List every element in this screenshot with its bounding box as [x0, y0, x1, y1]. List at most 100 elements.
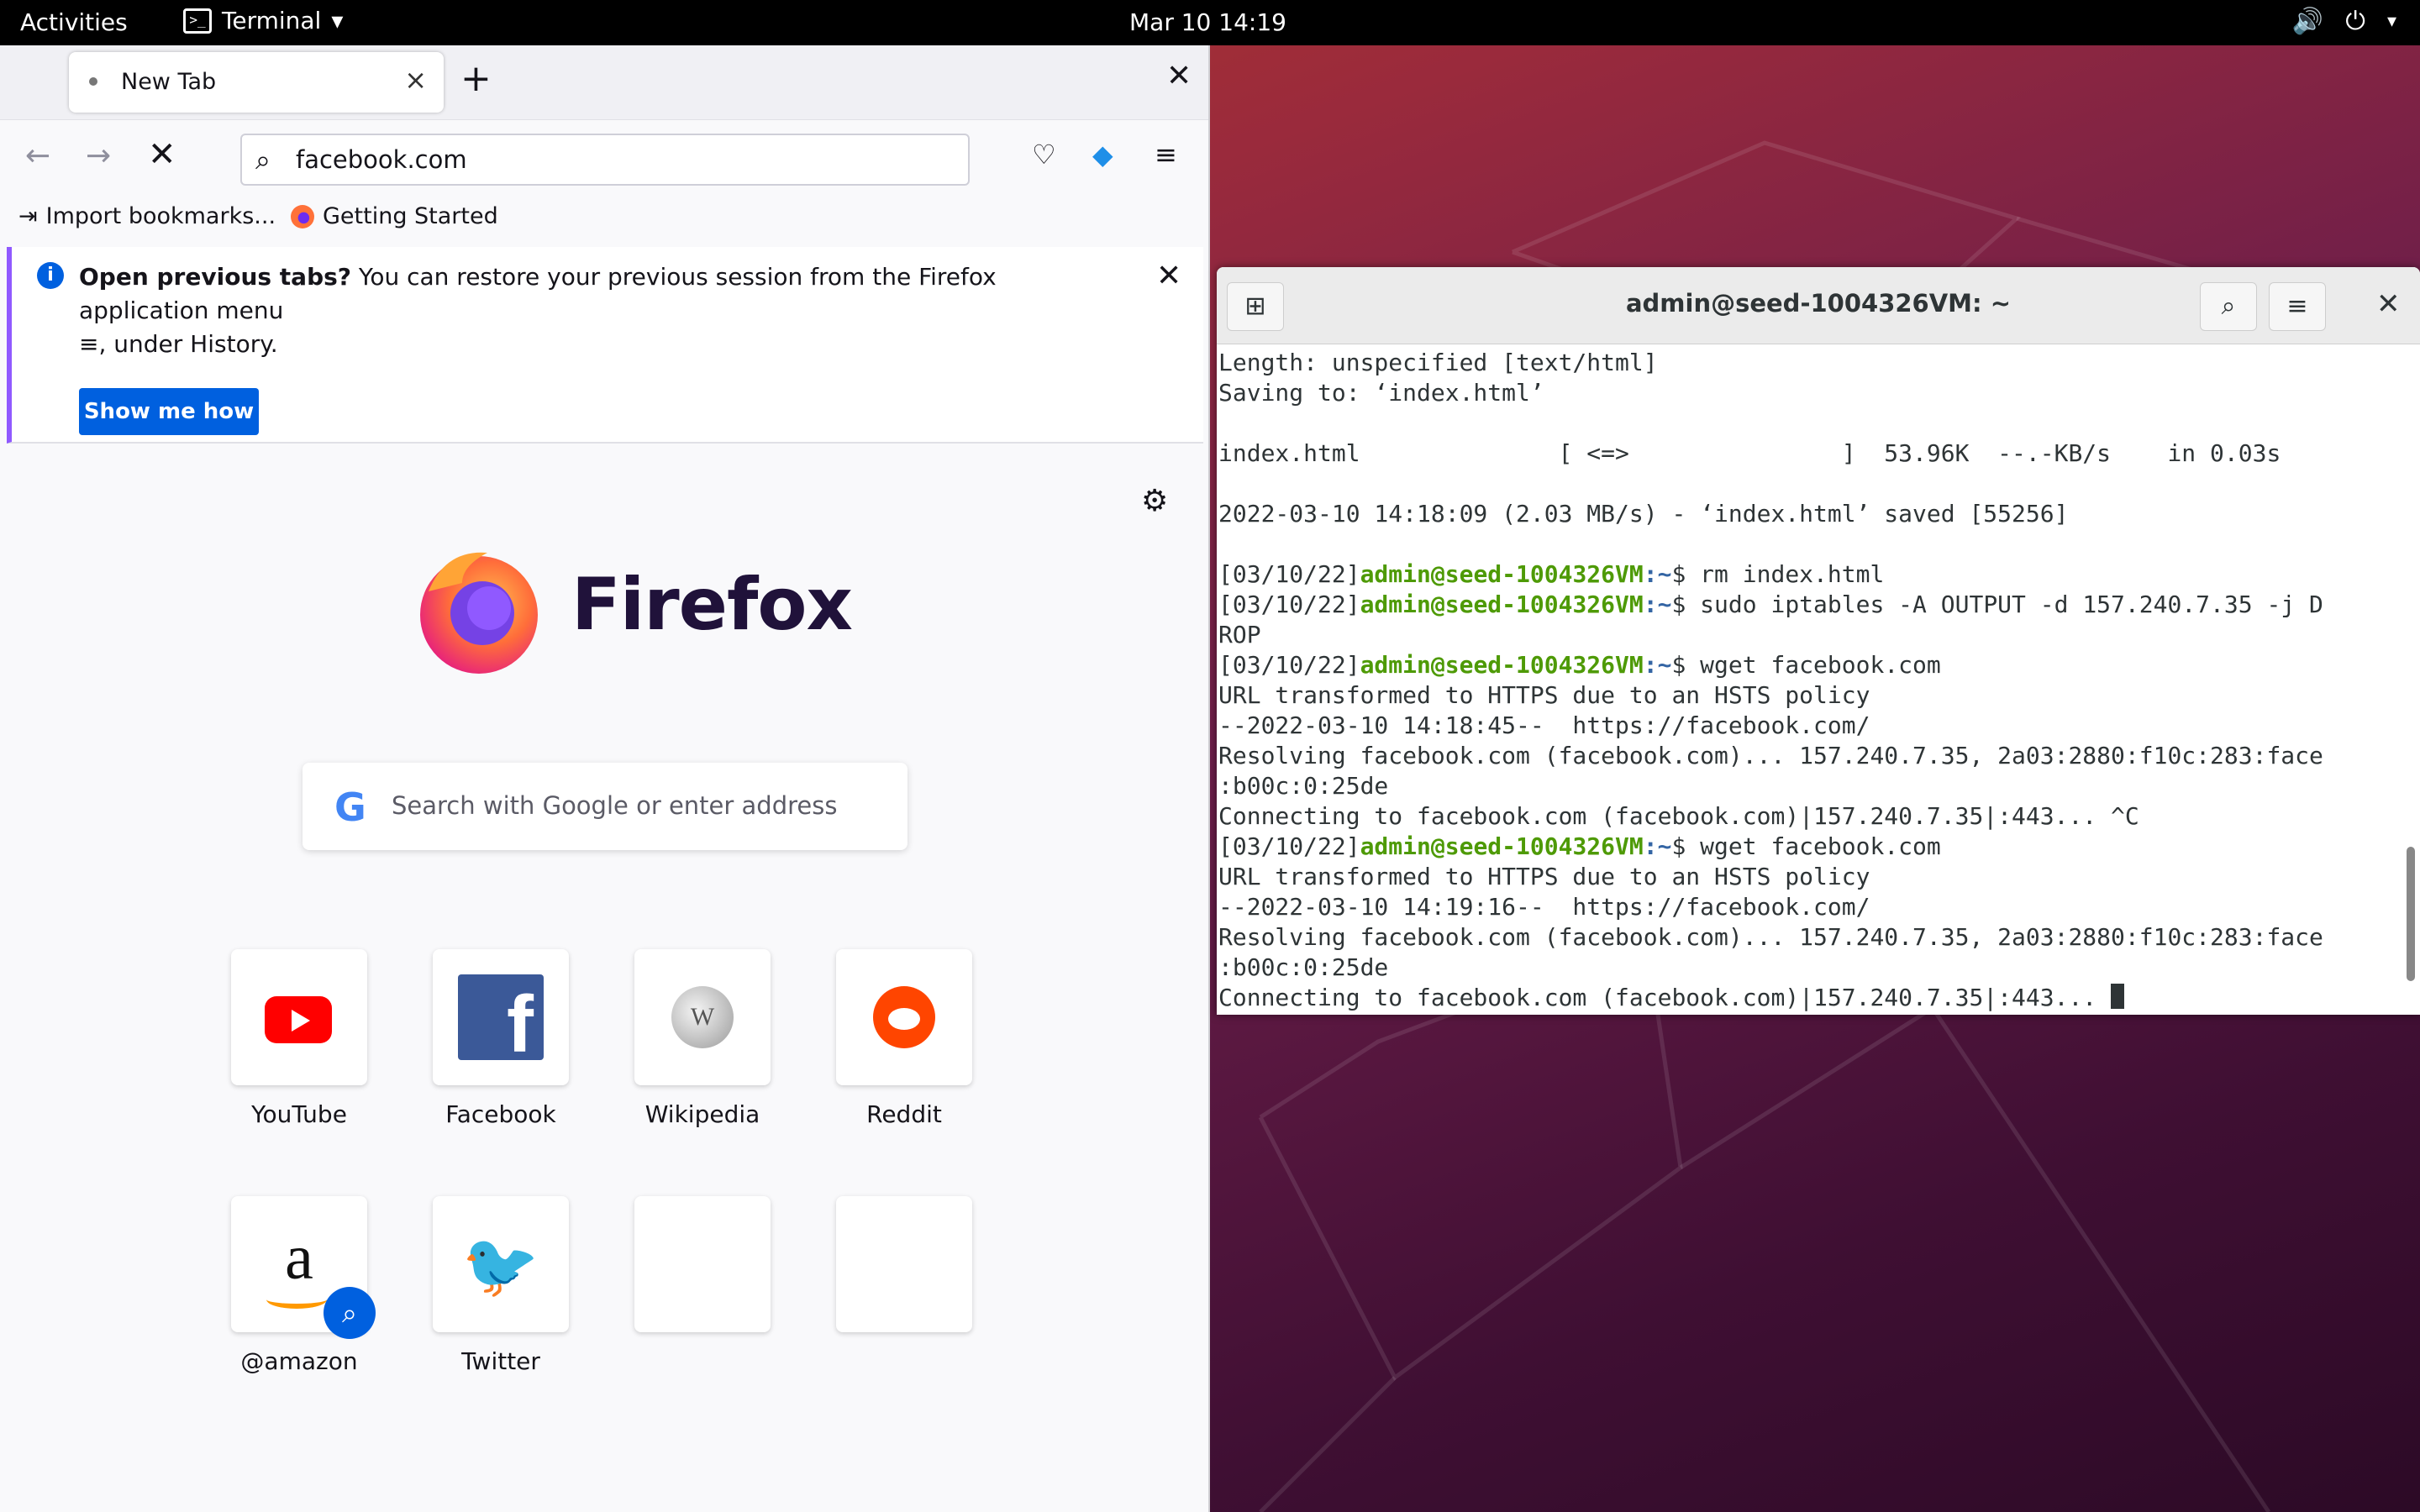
command-text: rm index.html [1700, 560, 1885, 588]
close-icon[interactable]: × [404, 64, 427, 96]
terminal-headerbar: ⊞ admin@seed-1004326VM: ~ ⌕ ≡ ✕ [1217, 267, 2420, 344]
terminal-line: --2022-03-10 14:18:45-- https://facebook… [1218, 711, 2403, 741]
terminal-line: Saving to: ‘index.html’ [1218, 378, 2403, 408]
terminal-line: Resolving facebook.com (facebook.com)...… [1218, 741, 2403, 771]
output-text: Resolving facebook.com (facebook.com)...… [1218, 923, 2323, 951]
top-site-facebook[interactable]: f Facebook [400, 949, 602, 1128]
command-text: wget facebook.com [1700, 651, 1941, 679]
firefox-window: New Tab × + ✕ ← → ✕ ⌕ ♡ ◆ ≡ ⇥ Import boo… [0, 45, 1210, 1512]
url-input[interactable] [296, 142, 951, 177]
tile-label: Wikipedia [644, 1100, 760, 1128]
loading-dot-icon [89, 77, 97, 86]
output-text: Connecting to facebook.com (facebook.com… [1218, 984, 2112, 1011]
amazon-icon: a [285, 1222, 313, 1293]
back-arrow-icon[interactable]: ← [25, 139, 50, 173]
bookmark-label: Import bookmarks... [45, 203, 276, 229]
close-icon[interactable]: ✕ [2376, 287, 2401, 321]
search-icon[interactable]: ⌕ [2200, 282, 2257, 331]
output-text: Saving to: ‘index.html’ [1218, 379, 1544, 407]
notification-message: Open previous tabs? You can restore your… [79, 260, 1129, 361]
new-tab-page: ⚙ Firefox G Search with Google or enter … [0, 445, 1208, 1512]
output-text: Length: unspecified [text/html] [1218, 349, 1658, 376]
url-bar[interactable]: ⌕ [240, 134, 970, 186]
close-icon[interactable]: ✕ [1156, 259, 1181, 293]
restore-session-notification: i Open previous tabs? You can restore yo… [7, 247, 1203, 444]
scrollbar[interactable] [2407, 847, 2415, 981]
output-text: Connecting to facebook.com (facebook.com… [1218, 802, 2139, 830]
app-menu[interactable]: >_ Terminal ▾ [183, 7, 343, 34]
pocket-icon[interactable]: ♡ [1032, 139, 1056, 171]
prompt-symbol: $ [1671, 832, 1701, 860]
terminal-window: ⊞ admin@seed-1004326VM: ~ ⌕ ≡ ✕ Length: … [1217, 267, 2420, 1015]
tile-box [836, 1196, 972, 1332]
tile-label: Twitter [461, 1347, 540, 1375]
terminal-line: index.html [ <=> ] 53.96K --.-KB/s in 0.… [1218, 438, 2403, 469]
command-text: wget facebook.com [1700, 832, 1941, 860]
terminal-line: 2022-03-10 14:18:09 (2.03 MB/s) - ‘index… [1218, 499, 2403, 529]
extension-icon[interactable]: ◆ [1092, 139, 1113, 171]
facebook-icon: f [458, 974, 544, 1069]
output-text: :b00c:0:25de [1218, 772, 1389, 800]
activities-button[interactable]: Activities [20, 8, 128, 36]
menu-icon: ≡ [79, 330, 99, 358]
gnome-top-bar: Activities >_ Terminal ▾ Mar 10 14:19 🔊 … [0, 0, 2420, 45]
prompt-symbol: $ [1671, 651, 1701, 679]
reddit-icon [873, 986, 935, 1048]
top-site-twitter[interactable]: 🐦 Twitter [400, 1196, 602, 1375]
bookmark-getting-started[interactable]: Getting Started [291, 203, 498, 229]
hamburger-menu-icon[interactable]: ≡ [1155, 139, 1177, 171]
terminal-line: --2022-03-10 14:19:16-- https://facebook… [1218, 892, 2403, 922]
google-search-box[interactable]: G Search with Google or enter address [302, 763, 908, 850]
terminal-line: URL transformed to HTTPS due to an HSTS … [1218, 680, 2403, 711]
youtube-icon [265, 996, 332, 1043]
top-site-youtube[interactable]: YouTube [198, 949, 400, 1128]
tab-strip: New Tab × + ✕ [0, 45, 1208, 119]
tab-label: New Tab [121, 69, 217, 95]
prompt-symbol: $ [1671, 591, 1701, 618]
terminal-output[interactable]: Length: unspecified [text/html] Saving to… [1218, 348, 2403, 1011]
top-site-empty[interactable] [803, 1196, 1005, 1332]
prompt-user: admin@seed-1004326VM [1360, 651, 1644, 679]
tile-label: Facebook [445, 1100, 556, 1128]
gear-icon[interactable]: ⚙ [1141, 484, 1168, 518]
chevron-down-icon: ▾ [2386, 11, 2396, 32]
hamburger-menu-icon[interactable]: ≡ [2269, 282, 2326, 331]
amazon-smile-icon [266, 1290, 327, 1309]
terminal-line: :b00c:0:25de [1218, 771, 2403, 801]
power-icon: ⏻ [2345, 7, 2365, 36]
top-site-reddit[interactable]: Reddit [803, 949, 1005, 1128]
prompt-date: [03/10/22] [1218, 591, 1360, 618]
forward-arrow-icon[interactable]: → [86, 139, 111, 173]
top-site-wikipedia[interactable]: W Wikipedia [602, 949, 803, 1128]
tile-box: a ⌕ [231, 1196, 376, 1339]
notification-text-2: , under History. [98, 330, 278, 358]
chevron-down-icon: ▾ [331, 7, 344, 34]
tile-label: @amazon [240, 1347, 358, 1375]
top-site-amazon[interactable]: a ⌕ @amazon [198, 1196, 400, 1375]
tab-new-tab[interactable]: New Tab × [69, 52, 444, 113]
search-icon: ⌕ [324, 1287, 376, 1339]
show-me-how-button[interactable]: Show me how [79, 388, 259, 435]
bookmark-import[interactable]: ⇥ Import bookmarks... [18, 203, 276, 229]
firefox-icon [291, 204, 314, 228]
wikipedia-icon: W [671, 986, 734, 1048]
tile-box: W [634, 949, 771, 1085]
terminal-line: Length: unspecified [text/html] [1218, 348, 2403, 378]
window-close-button[interactable]: ✕ [1166, 59, 1192, 93]
firefox-wordmark: Firefox [571, 563, 853, 647]
stop-loading-icon[interactable]: ✕ [148, 135, 176, 174]
import-icon: ⇥ [18, 203, 38, 229]
top-site-empty[interactable] [602, 1196, 803, 1332]
system-tray[interactable]: 🔊 ⏻ ▾ [2292, 7, 2396, 36]
output-text: Resolving facebook.com (facebook.com)...… [1218, 742, 2323, 769]
info-icon: i [37, 262, 64, 289]
tile-box [836, 949, 972, 1085]
new-tab-button[interactable]: + [460, 60, 492, 97]
output-text: URL transformed to HTTPS due to an HSTS … [1218, 681, 1870, 709]
prompt-date: [03/10/22] [1218, 560, 1360, 588]
clock[interactable]: Mar 10 14:19 [1129, 8, 1286, 36]
prompt-date: [03/10/22] [1218, 651, 1360, 679]
terminal-line: Resolving facebook.com (facebook.com)...… [1218, 922, 2403, 953]
